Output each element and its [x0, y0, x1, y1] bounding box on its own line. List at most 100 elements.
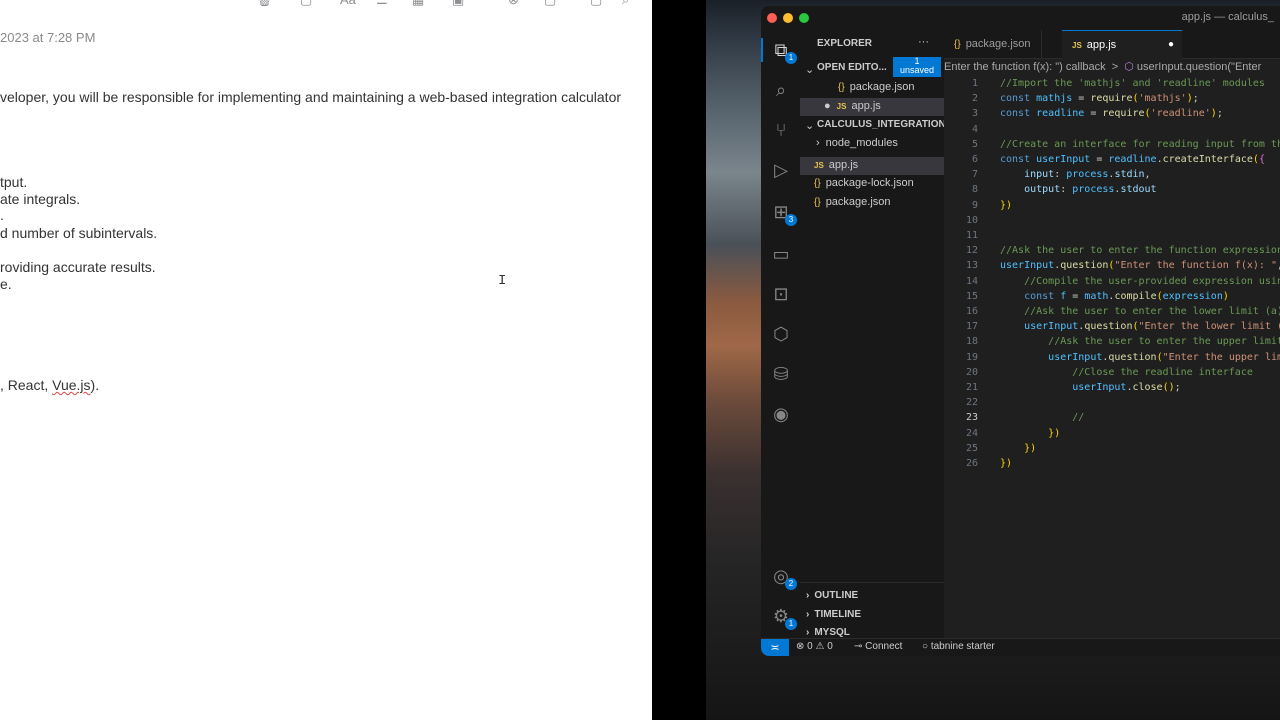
code-line[interactable]: 14 //Compile the user-provided expressio… — [944, 274, 1280, 289]
code-line[interactable]: 20 //Close the readline interface — [944, 365, 1280, 380]
more-actions-icon[interactable]: ··· — [918, 36, 929, 48]
share-link-icon[interactable]: ⊗ — [508, 0, 519, 8]
code-text: //Ask the user to enter the lower limit … — [1024, 306, 1280, 317]
code-line[interactable]: 6 const userInput = readline.createInterf… — [944, 152, 1280, 167]
code-line[interactable]: 5 //Create an interface for reading input… — [944, 137, 1280, 152]
connect-button[interactable]: ⊸ Connect — [854, 641, 902, 652]
chevron-down-icon[interactable]: ⌄ — [805, 119, 814, 132]
tree-item-package-lock-json[interactable]: {} package-lock.json — [814, 177, 914, 189]
code-line[interactable]: 12 //Ask the user to enter the function e… — [944, 243, 1280, 258]
tab-app-js[interactable]: JS app.js ● — [1062, 30, 1182, 59]
line-number: 26 — [965, 458, 978, 469]
notes-document[interactable]: 🗑 ▢ Aa ☰ ▦ ▣ ⊗ ▢ ▢ ⌕ 2023 at 7:28 PM vel… — [0, 0, 652, 720]
code-line[interactable]: 24 }) — [944, 426, 1280, 441]
unsaved-dot-icon[interactable]: ● — [1168, 31, 1174, 59]
explorer-icon[interactable]: ⧉ 1 — [769, 38, 797, 64]
line-number: 1 — [971, 78, 978, 89]
line-number: 9 — [971, 199, 978, 211]
code-line[interactable]: 3 const readline = require('readline'); — [944, 106, 1280, 121]
note-line: . — [0, 207, 4, 223]
outline-panel-header[interactable]: › OUTLINE — [806, 590, 858, 601]
code-line[interactable]: 8 output: process.stdout — [944, 182, 1280, 197]
source-control-icon[interactable]: ⑂ — [769, 118, 793, 142]
media-icon[interactable]: ▣ — [452, 0, 464, 8]
code-line[interactable]: 9}) — [944, 198, 1280, 213]
tabnine-icon[interactable]: ◉ — [769, 402, 793, 426]
code-text: userInput.question("Enter the lower limi… — [1024, 321, 1280, 333]
code-line[interactable]: 25 }) — [944, 441, 1280, 456]
lock-icon[interactable]: ▢ — [544, 0, 556, 8]
code-line[interactable]: 10 — [944, 213, 1280, 228]
code-line[interactable]: 1 //Import the 'mathjs' and 'readline' mo… — [944, 76, 1280, 91]
open-editor-app-js[interactable]: ● JS app.js — [824, 100, 881, 112]
tabnine-status[interactable]: ○ tabnine starter — [922, 641, 995, 652]
code-text: userInput.question("Enter the upper limi… — [1048, 351, 1280, 363]
checklist-icon[interactable]: ☰ — [376, 0, 388, 8]
note-line: tput. — [0, 174, 28, 190]
code-line[interactable]: 16 //Ask the user to enter the lower lim… — [944, 304, 1280, 319]
code-line[interactable]: 23 // — [944, 410, 1280, 425]
line-number: 13 — [965, 260, 978, 272]
line-number: 23 — [965, 412, 978, 424]
line-number: 7 — [971, 169, 978, 181]
screen-gap — [652, 0, 706, 720]
breadcrumb[interactable]: Enter the function f(x): ") callback > ⬡… — [944, 60, 1261, 73]
remote-explorer-icon[interactable]: ▭ — [769, 242, 793, 266]
minimize-window-button[interactable] — [783, 13, 793, 23]
sidebar-icon[interactable]: ▢ — [590, 0, 602, 8]
terminal-icon[interactable]: ⊡ — [769, 282, 793, 306]
tree-item-app-js[interactable]: JS app.js — [814, 159, 858, 171]
open-editors-header[interactable]: OPEN EDITO... — [817, 62, 887, 73]
accounts-icon[interactable]: ◎ 2 — [769, 564, 797, 590]
title-bar: app.js — calculus_ — [761, 6, 1280, 30]
notes-toolbar: 🗑 ▢ Aa ☰ ▦ ▣ ⊗ ▢ ▢ ⌕ — [250, 0, 652, 8]
line-number: 14 — [965, 275, 978, 287]
extensions-icon[interactable]: ⊞ 3 — [769, 200, 797, 226]
unsaved-badge: 1 unsaved — [893, 57, 941, 77]
tree-item-node-modules[interactable]: › node_modules — [816, 137, 898, 149]
line-number: 25 — [965, 442, 978, 454]
run-debug-icon[interactable]: ▷ — [769, 158, 793, 182]
line-number: 4 — [971, 123, 978, 135]
database-icon[interactable]: ⛁ — [769, 362, 793, 386]
code-line[interactable]: 19 userInput.question("Enter the upper l… — [944, 350, 1280, 365]
code-text: const readline = require('readline'); — [1000, 108, 1223, 120]
search-icon[interactable]: ⌕ — [622, 0, 629, 8]
window-title: app.js — calculus_ — [1181, 11, 1274, 23]
cube-icon[interactable]: ⬡ — [769, 322, 793, 346]
line-number: 2 — [971, 93, 978, 105]
problems-indicator[interactable]: ⊗ 0 ⚠ 0 — [796, 641, 833, 652]
format-icon[interactable]: Aa — [340, 0, 356, 7]
vscode-window: app.js — calculus_ ⧉ 1 ⌕ ⑂ ▷ ⊞ 3 ▭ ⊡ ⬡ ⛁ ◉… — [761, 6, 1280, 656]
mysql-panel-header[interactable]: › MYSQL — [806, 627, 850, 638]
code-text: }) — [1048, 427, 1061, 439]
code-line[interactable]: 21 userInput.close(); — [944, 380, 1280, 395]
code-line[interactable]: 4 — [944, 122, 1280, 137]
timeline-panel-header[interactable]: › TIMELINE — [806, 609, 861, 620]
remote-icon[interactable]: ≍ — [761, 639, 789, 656]
tree-item-package-json[interactable]: {} package.json — [814, 196, 891, 208]
code-line[interactable]: 13 userInput.question("Enter the function… — [944, 258, 1280, 273]
code-line[interactable]: 18 //Ask the user to enter the upper lim… — [944, 334, 1280, 349]
zoom-window-button[interactable] — [799, 13, 809, 23]
trash-icon[interactable]: 🗑 — [256, 0, 273, 8]
close-window-button[interactable] — [767, 13, 777, 23]
code-line[interactable]: 11 — [944, 228, 1280, 243]
code-line[interactable]: 7 input: process.stdin, — [944, 167, 1280, 182]
open-editor-package-json[interactable]: {} package.json — [838, 81, 915, 93]
code-line[interactable]: 17 userInput.question("Enter the lower l… — [944, 319, 1280, 334]
code-line[interactable]: 26}) — [944, 456, 1280, 471]
code-line[interactable]: 15 const f = math.compile(expression) — [944, 289, 1280, 304]
project-folder-header[interactable]: CALCULUS_INTEGRATION — [817, 119, 946, 130]
code-line[interactable]: 2 const mathjs = require('mathjs'); — [944, 91, 1280, 106]
code-line[interactable]: 22 — [944, 395, 1280, 410]
code-text: userInput.close(); — [1072, 382, 1181, 393]
code-text: const f = math.compile(expression) — [1024, 290, 1229, 302]
search-icon[interactable]: ⌕ — [769, 78, 793, 102]
chevron-down-icon[interactable]: ⌄ — [805, 63, 814, 76]
compose-icon[interactable]: ▢ — [300, 0, 312, 8]
table-icon[interactable]: ▦ — [412, 0, 424, 8]
editor-area[interactable]: {} package.json JS app.js ● Enter the funct… — [944, 30, 1280, 638]
tab-package-json[interactable]: {} package.json — [944, 30, 1042, 58]
settings-gear-icon[interactable]: ⚙ 1 — [769, 604, 797, 630]
